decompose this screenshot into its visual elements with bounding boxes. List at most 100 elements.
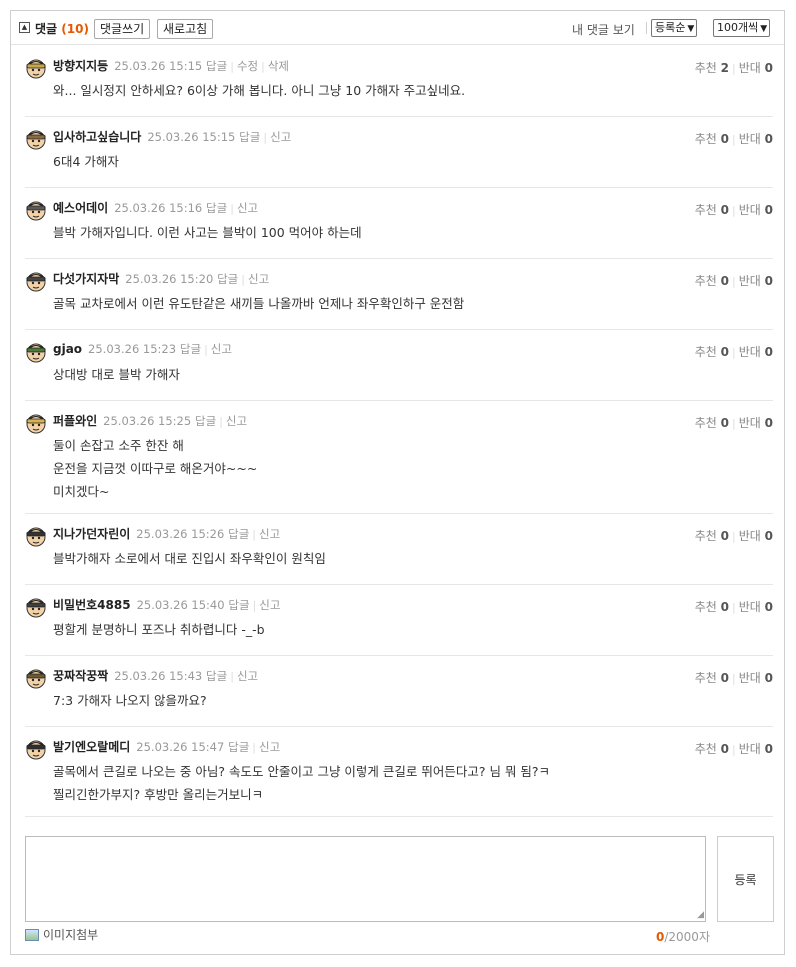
comment-action-link[interactable]: 답글 (228, 527, 249, 541)
upvote-button[interactable]: 추천 0 (695, 345, 729, 359)
comment-nickname[interactable]: gjao (53, 342, 82, 356)
comment-date: 25.03.26 15:20 (125, 272, 214, 286)
comment-action-link[interactable]: 수정 (237, 59, 258, 73)
comment-action-link[interactable]: 신고 (259, 598, 280, 612)
write-comment-button[interactable]: 댓글쓰기 (94, 19, 151, 39)
comment-title-label: 댓글 (35, 22, 58, 36)
downvote-button[interactable]: 반대 0 (739, 345, 773, 359)
comment-date: 25.03.26 15:43 (114, 669, 203, 683)
downvote-button[interactable]: 반대 0 (739, 61, 773, 75)
image-attach-link[interactable]: 이미지첨부 (25, 926, 98, 943)
per-page-select[interactable]: 100개씩 ▼ (713, 19, 771, 37)
action-divider: | (230, 202, 234, 215)
action-divider: | (241, 273, 245, 286)
comment-date: 25.03.26 15:26 (136, 527, 225, 541)
comment-nickname[interactable]: 발기엔오랄메디 (53, 740, 130, 754)
comment-meta: 입사하고싶습니다 25.03.26 15:15 답글 | 신고 (53, 128, 291, 145)
avatar[interactable] (25, 667, 47, 689)
upvote-button[interactable]: 추천 0 (695, 529, 729, 543)
comment-action-link[interactable]: 답글 (228, 598, 249, 612)
downvote-button[interactable]: 반대 0 (739, 203, 773, 217)
comment-action-link[interactable]: 답글 (206, 201, 227, 215)
comment-text-line: 둘이 손잡고 소주 한잔 해 (53, 438, 184, 453)
avatar[interactable] (25, 57, 47, 79)
comment-nickname[interactable]: 퍼플와인 (53, 414, 97, 428)
downvote-button[interactable]: 반대 0 (739, 132, 773, 146)
comment-toolbar: ▲ 댓글 (10) 댓글쓰기 새로고침 내 댓글 보기 등록순 ▼ 100개씩 ▼ (11, 11, 784, 45)
comment-nickname[interactable]: 비밀번호4885 (53, 598, 131, 612)
comment-text-line: 평할게 분명하니 포즈나 취하렵니다 -_-b (53, 622, 265, 637)
comment-meta: 예스어데이 25.03.26 15:16 답글 | 신고 (53, 199, 258, 216)
downvote-button[interactable]: 반대 0 (739, 742, 773, 756)
comment-nickname[interactable]: 예스어데이 (53, 201, 108, 215)
upvote-button[interactable]: 추천 0 (695, 600, 729, 614)
chevron-down-icon: ▼ (760, 24, 768, 34)
comment-nickname[interactable]: 입사하고싶습니다 (53, 130, 141, 144)
upvote-count: 0 (720, 132, 729, 146)
comment-action-link[interactable]: 신고 (270, 130, 291, 144)
downvote-button[interactable]: 반대 0 (739, 671, 773, 685)
resize-handle-icon[interactable]: ◢ (697, 910, 704, 920)
comment-date: 25.03.26 15:40 (136, 598, 225, 612)
comment-text-line: 와... 일시정지 안하세요? 6이상 가해 봅니다. 아니 그냥 10 가해자… (53, 83, 466, 98)
comment-action-link[interactable]: 답글 (217, 272, 238, 286)
vote-box: 추천 0 | 반대 0 (695, 130, 773, 147)
comment-item: 예스어데이 25.03.26 15:16 답글 | 신고 블박 가해자입니다. 이런 사… (25, 188, 773, 259)
upvote-button[interactable]: 추천 0 (695, 742, 729, 756)
comment-action-link[interactable]: 신고 (259, 527, 280, 541)
comment-action-link[interactable]: 답글 (206, 59, 227, 73)
avatar[interactable] (25, 412, 47, 434)
submit-comment-button[interactable]: 등록 (717, 836, 774, 922)
avatar[interactable] (25, 738, 47, 760)
comment-action-link[interactable]: 답글 (180, 342, 201, 356)
comment-action-link[interactable]: 신고 (259, 740, 280, 754)
downvote-button[interactable]: 반대 0 (739, 416, 773, 430)
avatar[interactable] (25, 341, 47, 363)
comment-nickname[interactable]: 지나가던자린이 (53, 527, 130, 541)
avatar[interactable] (25, 270, 47, 292)
comment-action-link[interactable]: 신고 (248, 272, 269, 286)
downvote-button[interactable]: 반대 0 (739, 529, 773, 543)
downvote-count: 0 (764, 416, 773, 430)
upvote-button[interactable]: 추천 0 (695, 416, 729, 430)
avatar[interactable] (25, 128, 47, 150)
downvote-button[interactable]: 반대 0 (739, 600, 773, 614)
sort-select[interactable]: 등록순 ▼ (651, 19, 698, 37)
comment-textarea[interactable]: ◢ (25, 836, 706, 922)
refresh-button[interactable]: 새로고침 (157, 19, 214, 39)
upvote-button[interactable]: 추천 0 (695, 671, 729, 685)
downvote-count: 0 (764, 671, 773, 685)
comment-action-link[interactable]: 삭제 (268, 59, 289, 73)
per-page-select-value: 100개씩 (717, 21, 759, 34)
avatar[interactable] (25, 525, 47, 547)
collapse-up-icon[interactable]: ▲ (19, 22, 30, 33)
upvote-button[interactable]: 추천 0 (695, 274, 729, 288)
comment-action-link[interactable]: 답글 (206, 669, 227, 683)
comment-text-line: 7:3 가해자 나오지 않을까요? (53, 693, 207, 708)
comment-nickname[interactable]: 방향지지등 (53, 59, 108, 73)
comment-action-link[interactable]: 답글 (195, 414, 216, 428)
avatar[interactable] (25, 199, 47, 221)
vote-divider: | (732, 743, 736, 756)
comment-action-link[interactable]: 신고 (237, 201, 258, 215)
downvote-button[interactable]: 반대 0 (739, 274, 773, 288)
char-counter: 0/2000자 (656, 928, 710, 945)
comment-action-link[interactable]: 신고 (226, 414, 247, 428)
comment-action-link[interactable]: 신고 (237, 669, 258, 683)
my-comments-link[interactable]: 내 댓글 보기 (572, 21, 635, 38)
comment-action-link[interactable]: 답글 (228, 740, 249, 754)
comment-nickname[interactable]: 꿍짜작꿍짝 (53, 669, 108, 683)
comment-meta: 발기엔오랄메디 25.03.26 15:47 답글 | 신고 (53, 738, 280, 755)
upvote-label: 추천 (694, 671, 717, 685)
downvote-label: 반대 (738, 671, 761, 685)
avatar[interactable] (25, 596, 47, 618)
downvote-label: 반대 (738, 274, 761, 288)
upvote-button[interactable]: 추천 0 (695, 132, 729, 146)
vote-box: 추천 0 | 반대 0 (695, 414, 773, 431)
comment-action-link[interactable]: 답글 (239, 130, 260, 144)
comment-action-link[interactable]: 신고 (211, 342, 232, 356)
comment-nickname[interactable]: 다섯가지자막 (53, 272, 119, 286)
upvote-button[interactable]: 추천 0 (695, 203, 729, 217)
comment-date: 25.03.26 15:25 (103, 414, 192, 428)
upvote-button[interactable]: 추천 2 (695, 61, 729, 75)
